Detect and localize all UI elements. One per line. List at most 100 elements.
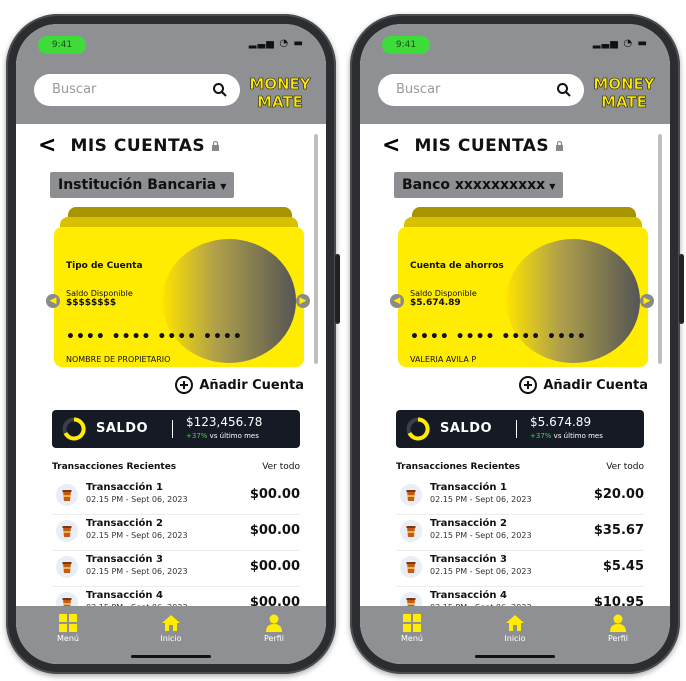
transaction-row[interactable]: Transacción 2 02.15 PM - Sept 06, 2023 $… xyxy=(52,516,300,551)
add-account-label: Añadir Cuenta xyxy=(199,377,304,393)
card-owner-name: VALERIA AVILA P xyxy=(410,355,477,364)
transaction-date: 02.15 PM - Sept 06, 2023 xyxy=(86,495,188,504)
nav-home-label: Inicio xyxy=(160,634,182,643)
nav-menu[interactable]: Menú xyxy=(382,614,442,643)
card-account-type: Cuenta de ahorros xyxy=(410,261,504,271)
scrollbar[interactable] xyxy=(314,134,318,364)
lock-icon xyxy=(556,141,564,151)
add-account-label: Añadir Cuenta xyxy=(543,377,648,393)
scrollbar[interactable] xyxy=(658,134,662,364)
transaction-date: 02.15 PM - Sept 06, 2023 xyxy=(86,531,188,540)
caret-down-icon: ▼ xyxy=(220,182,227,191)
side-button xyxy=(335,254,340,324)
coffee-cup-icon xyxy=(400,556,422,578)
search-placeholder: Buscar xyxy=(52,82,97,97)
transaction-date: 02.15 PM - Sept 06, 2023 xyxy=(430,495,532,504)
transaction-row[interactable]: Transacción 1 02.15 PM - Sept 06, 2023 $… xyxy=(52,480,300,515)
account-card[interactable]: Tipo de Cuenta Saldo Disponible $$$$$$$$… xyxy=(54,227,304,367)
bottom-navigation: Menú Inicio Perfil xyxy=(16,606,326,664)
home-icon xyxy=(506,615,524,631)
status-icons: ▂▃▅ ◔ ▬ xyxy=(592,38,648,49)
user-icon xyxy=(610,614,626,632)
see-all-link[interactable]: Ver todo xyxy=(606,462,644,472)
phone-mockup-right: 9:41 ▂▃▅ ◔ ▬ Buscar MONEY MATE < MIS CUE… xyxy=(350,14,684,674)
transaction-row[interactable]: Transacción 3 02.15 PM - Sept 06, 2023 $… xyxy=(396,552,644,587)
add-account-button[interactable]: Añadir Cuenta xyxy=(175,376,304,394)
add-account-button[interactable]: Añadir Cuenta xyxy=(519,376,648,394)
transaction-name: Transacción 3 xyxy=(430,554,507,565)
phone-screen: 9:41 ▂▃▅ ◔ ▬ Buscar MONEY MATE < MIS CUE… xyxy=(16,24,326,664)
card-next-arrow-icon[interactable]: ▶ xyxy=(640,294,654,308)
nav-profile[interactable]: Perfil xyxy=(588,614,648,643)
nav-menu-label: Menú xyxy=(57,634,79,643)
svg-text:MONEY: MONEY xyxy=(593,75,655,93)
card-prev-arrow-icon[interactable]: ◀ xyxy=(390,294,404,308)
transactions-header: Transacciones Recientes Ver todo xyxy=(396,462,644,472)
back-arrow-icon[interactable]: < xyxy=(382,135,400,157)
transaction-row[interactable]: Transacción 2 02.15 PM - Sept 06, 2023 $… xyxy=(396,516,644,551)
bottom-navigation: Menú Inicio Perfil xyxy=(360,606,670,664)
see-all-link[interactable]: Ver todo xyxy=(262,462,300,472)
page-title: MIS CUENTAS xyxy=(414,136,550,156)
money-mate-logo: MONEY MATE xyxy=(249,75,312,112)
transaction-name: Transacción 3 xyxy=(86,554,163,565)
search-icon[interactable] xyxy=(212,82,228,98)
money-mate-logo: MONEY MATE xyxy=(593,75,656,112)
balance-change: +37% vs último mes xyxy=(186,432,259,440)
caret-down-icon: ▼ xyxy=(549,182,556,191)
back-arrow-icon[interactable]: < xyxy=(38,135,56,157)
user-icon xyxy=(266,614,282,632)
home-icon xyxy=(162,615,180,631)
bank-selector-dropdown[interactable]: Banco xxxxxxxxxx ▼ xyxy=(394,172,564,198)
card-number-mask: •••• •••• •••• •••• xyxy=(66,329,243,345)
card-available-amount: $$$$$$$$ xyxy=(66,298,117,308)
card-number-mask: •••• •••• •••• •••• xyxy=(410,329,587,345)
nav-profile-label: Perfil xyxy=(607,634,628,643)
transaction-name: Transacción 1 xyxy=(86,482,163,493)
account-card[interactable]: Cuenta de ahorros Saldo Disponible $5.67… xyxy=(398,227,648,367)
balance-divider xyxy=(172,420,173,438)
transaction-row[interactable]: Transacción 3 02.15 PM - Sept 06, 2023 $… xyxy=(52,552,300,587)
search-input[interactable]: Buscar xyxy=(378,74,584,106)
balance-amount: $123,456.78 xyxy=(186,415,263,429)
transaction-name: Transacción 4 xyxy=(430,590,507,601)
top-bar: 9:41 ▂▃▅ ◔ ▬ Buscar MONEY MATE xyxy=(16,24,326,124)
balance-change-pct: +37% xyxy=(530,432,552,440)
transaction-name: Transacción 2 xyxy=(86,518,163,529)
search-icon[interactable] xyxy=(556,82,572,98)
page-title: MIS CUENTAS xyxy=(70,136,206,156)
transaction-amount: $35.67 xyxy=(593,523,644,538)
transaction-amount: $20.00 xyxy=(593,487,644,502)
phone-screen: 9:41 ▂▃▅ ◔ ▬ Buscar MONEY MATE < MIS CUE… xyxy=(360,24,670,664)
balance-label: SALDO xyxy=(440,421,493,436)
top-bar: 9:41 ▂▃▅ ◔ ▬ Buscar MONEY MATE xyxy=(360,24,670,124)
transaction-date: 02.15 PM - Sept 06, 2023 xyxy=(430,567,532,576)
card-next-arrow-icon[interactable]: ▶ xyxy=(296,294,310,308)
plus-circle-icon xyxy=(175,376,194,394)
card-prev-arrow-icon[interactable]: ◀ xyxy=(46,294,60,308)
status-icons: ▂▃▅ ◔ ▬ xyxy=(248,38,304,49)
nav-home[interactable]: Inicio xyxy=(141,614,201,643)
bank-selector-dropdown[interactable]: Institución Bancaria ▼ xyxy=(50,172,235,198)
plus-circle-icon xyxy=(519,376,538,394)
nav-profile[interactable]: Perfil xyxy=(244,614,304,643)
balance-divider xyxy=(516,420,517,438)
page-header: < MIS CUENTAS xyxy=(382,134,564,158)
balance-ring-icon xyxy=(62,417,86,441)
balance-ring-icon xyxy=(406,417,430,441)
search-input[interactable]: Buscar xyxy=(34,74,240,106)
transaction-name: Transacción 1 xyxy=(430,482,507,493)
balance-summary: SALDO $5.674.89 +37% vs último mes xyxy=(396,410,644,448)
page-header: < MIS CUENTAS xyxy=(38,134,220,158)
nav-menu[interactable]: Menú xyxy=(38,614,98,643)
svg-text:MONEY: MONEY xyxy=(249,75,311,93)
nav-home[interactable]: Inicio xyxy=(485,614,545,643)
home-indicator xyxy=(131,655,211,658)
coffee-cup-icon xyxy=(56,484,78,506)
transaction-date: 02.15 PM - Sept 06, 2023 xyxy=(86,567,188,576)
nav-profile-label: Perfil xyxy=(263,634,284,643)
coffee-cup-icon xyxy=(400,484,422,506)
transaction-row[interactable]: Transacción 1 02.15 PM - Sept 06, 2023 $… xyxy=(396,480,644,515)
transaction-name: Transacción 2 xyxy=(430,518,507,529)
nav-menu-label: Menú xyxy=(401,634,423,643)
